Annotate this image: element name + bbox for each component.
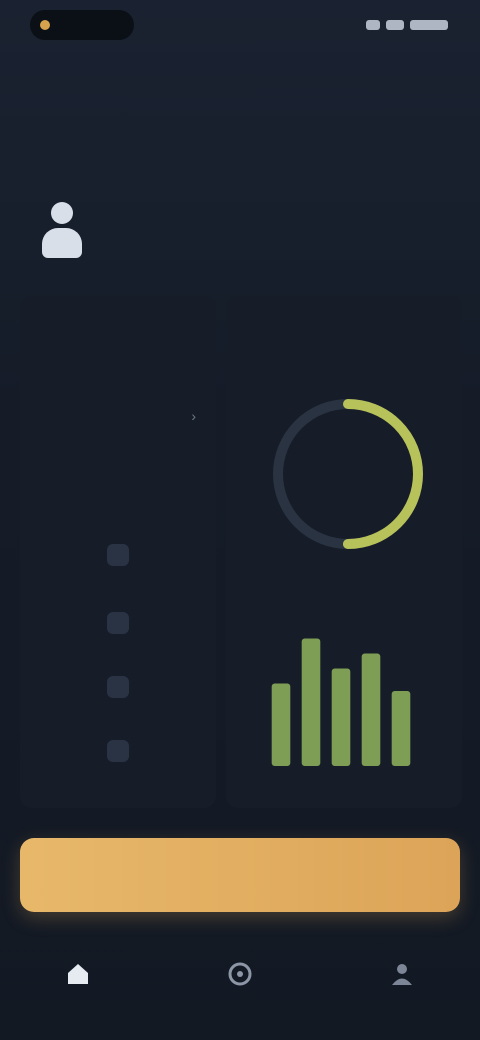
bar-4 [391,691,411,766]
menu-item-icon [107,740,129,762]
chevron-right-icon[interactable]: › [191,408,196,424]
nav-profile[interactable] [372,944,432,1004]
bar-0 [271,683,291,766]
avatar-head-icon [51,202,73,224]
menu-item-icon [107,676,129,698]
avatar[interactable] [40,198,84,262]
stats-panel [226,296,462,808]
progress-donut [268,394,428,554]
battery-icon [410,20,448,30]
status-bar [0,0,480,56]
home-icon [68,964,88,984]
app-screen: › [0,0,480,1040]
user-row[interactable] [40,198,440,268]
wifi-icon [386,20,404,30]
status-pill [30,10,134,40]
left-menu-item[interactable] [20,676,216,701]
status-icons [366,20,448,30]
signal-icon [366,20,380,30]
bar-2 [331,668,351,766]
balance-panel: › [20,296,216,808]
left-menu-item[interactable] [20,740,216,765]
compass-icon [228,962,252,986]
menu-item-icon [107,612,129,634]
profile-icon [392,964,412,985]
bar-graphic-svg [271,638,411,766]
bar-1 [301,638,321,766]
bar-graphic [266,616,416,766]
left-menu-item[interactable] [20,544,216,569]
avatar-body-icon [42,228,82,258]
bottom-nav [0,932,480,1040]
left-menu-item[interactable] [20,612,216,637]
nav-home[interactable] [48,944,108,1004]
progress-donut-chart [273,399,423,549]
primary-cta-button[interactable] [20,838,460,912]
menu-item-icon [107,544,129,566]
status-indicator-icon [40,20,50,30]
bar-3 [361,653,381,766]
nav-explore[interactable] [210,944,270,1004]
